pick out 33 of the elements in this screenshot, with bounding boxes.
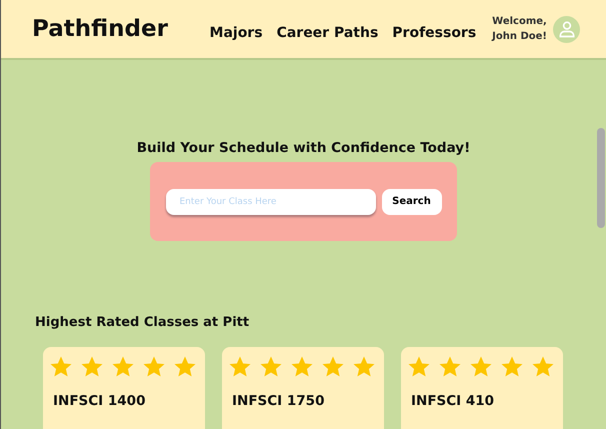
logo[interactable]: Pathfinder	[32, 16, 168, 42]
avatar-icon[interactable]	[553, 16, 580, 42]
star-icon	[142, 355, 166, 379]
greeting-text: John Doe!	[492, 31, 547, 42]
tagline: Build Your Schedule with Confidence Today!	[136, 140, 470, 156]
star-icon	[228, 355, 252, 379]
star-icon	[500, 355, 524, 379]
star-icon	[407, 355, 431, 379]
scrollbar-thumb[interactable]	[597, 128, 605, 228]
search-field[interactable]: Enter Your Class Here	[166, 188, 376, 214]
star-icon	[290, 355, 314, 379]
star-icon	[438, 355, 462, 379]
nav-link[interactable]: Majors	[210, 25, 263, 41]
class-card[interactable]: INFSCI 1750	[222, 347, 384, 429]
star-icon	[111, 355, 135, 379]
class-title: INFSCI 1400	[53, 393, 146, 409]
nav-link[interactable]: Career Paths	[276, 25, 378, 41]
section-heading: Highest Rated Classes at Pitt	[35, 315, 250, 330]
star-icon	[321, 355, 345, 379]
class-title: INFSCI 410	[411, 393, 496, 409]
star-icon	[80, 355, 104, 379]
star-icon	[531, 355, 555, 379]
star-icon	[259, 355, 283, 379]
greeting-text: Welcome,	[492, 16, 547, 27]
search-button[interactable]: Search	[382, 188, 442, 214]
star-icon	[352, 355, 376, 379]
star-icon	[173, 355, 197, 379]
star-icon	[469, 355, 493, 379]
star-icon	[49, 355, 73, 379]
class-title: INFSCI 1750	[232, 393, 326, 409]
class-card[interactable]: INFSCI 1400	[43, 347, 205, 429]
class-card[interactable]: INFSCI 410	[401, 347, 563, 429]
nav-link[interactable]: Professors	[392, 25, 476, 41]
